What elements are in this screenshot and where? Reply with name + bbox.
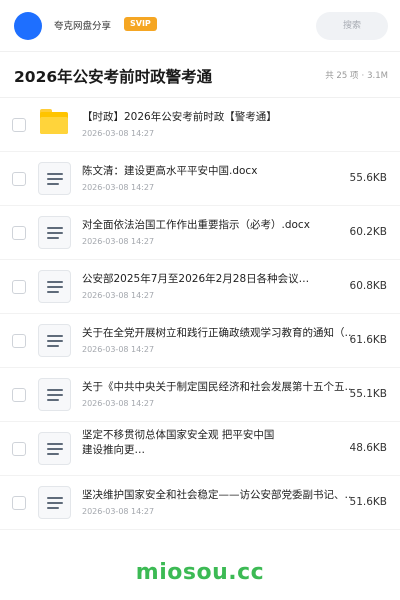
file-row[interactable]: 坚决维护国家安全和社会稳定——访公安部党委副书记、… 2026-03-08 14…	[0, 476, 400, 530]
search-input[interactable]: 搜索	[316, 12, 388, 40]
file-row[interactable]: 公安部2025年7月至2026年2月28日各种会议… 2026-03-08 14…	[0, 260, 400, 314]
file-size: 60.8KB	[349, 280, 387, 292]
file-name[interactable]: 坚定不移贯彻总体国家安全观 把平安中国建设推向更…	[82, 428, 282, 458]
row-checkbox[interactable]	[12, 388, 26, 402]
file-row[interactable]: 陈文清：建设更高水平平安中国.docx 2026-03-08 14:27 55.…	[0, 152, 400, 206]
file-name[interactable]: 关于《中共中央关于制定国民经济和社会发展第十五个五…	[82, 380, 352, 394]
file-row[interactable]: 关于在全党开展树立和践行正确政绩观学习教育的通知（… 2026-03-08 14…	[0, 314, 400, 368]
folder-title-bar: 2026年公安考前时政警考通 共 25 项 · 3.1M	[0, 52, 400, 98]
row-checkbox[interactable]	[12, 334, 26, 348]
file-date: 2026-03-08 14:27	[82, 129, 155, 138]
file-date: 2026-03-08 14:27	[82, 183, 155, 192]
file-name[interactable]: 公安部2025年7月至2026年2月28日各种会议…	[82, 272, 352, 286]
file-size: 60.2KB	[349, 226, 387, 238]
avatar[interactable]	[14, 12, 42, 40]
row-checkbox[interactable]	[12, 442, 26, 456]
file-date: 2026-03-08 14:27	[82, 507, 155, 516]
file-name[interactable]: 关于在全党开展树立和践行正确政绩观学习教育的通知（…	[82, 326, 352, 340]
svip-badge: SVIP	[124, 17, 157, 31]
document-icon	[38, 486, 71, 519]
document-icon	[38, 162, 71, 195]
document-icon	[38, 324, 71, 357]
file-size: 61.6KB	[349, 334, 387, 346]
file-row[interactable]: 关于《中共中央关于制定国民经济和社会发展第十五个五… 2026-03-08 14…	[0, 368, 400, 422]
file-list: 【时政】2026年公安考前时政【警考通】 2026-03-08 14:27 陈文…	[0, 98, 400, 530]
file-date: 2026-03-08 14:27	[82, 345, 155, 354]
document-icon	[38, 216, 71, 249]
file-name[interactable]: 陈文清：建设更高水平平安中国.docx	[82, 164, 352, 178]
file-size: 48.6KB	[349, 442, 387, 454]
file-name[interactable]: 坚决维护国家安全和社会稳定——访公安部党委副书记、…	[82, 488, 352, 502]
row-checkbox[interactable]	[12, 118, 26, 132]
file-date: 2026-03-08 14:27	[82, 237, 155, 246]
file-date: 2026-03-08 14:27	[82, 291, 155, 300]
file-size: 51.6KB	[349, 496, 387, 508]
file-row[interactable]: 【时政】2026年公安考前时政【警考通】 2026-03-08 14:27	[0, 98, 400, 152]
item-count: 共 25 项	[325, 71, 359, 81]
file-size: 55.1KB	[349, 388, 387, 400]
file-row[interactable]: 坚定不移贯彻总体国家安全观 把平安中国建设推向更… 48.6KB	[0, 422, 400, 476]
document-icon	[38, 378, 71, 411]
row-checkbox[interactable]	[12, 172, 26, 186]
share-header: 夸克网盘分享 SVIP 搜索	[0, 0, 400, 52]
row-checkbox[interactable]	[12, 226, 26, 240]
file-date: 2026-03-08 14:27	[82, 399, 155, 408]
file-size: 55.6KB	[349, 172, 387, 184]
row-checkbox[interactable]	[12, 280, 26, 294]
share-owner-name: 夸克网盘分享	[54, 21, 112, 32]
file-name[interactable]: 【时政】2026年公安考前时政【警考通】	[82, 110, 352, 124]
folder-summary: 共 25 项 · 3.1M	[325, 71, 388, 81]
file-row[interactable]: 对全面依法治国工作作出重要指示（必考）.docx 2026-03-08 14:2…	[0, 206, 400, 260]
page-title: 2026年公安考前时政警考通	[14, 68, 213, 86]
site-watermark: miosou.cc	[135, 560, 265, 585]
document-icon	[38, 270, 71, 303]
file-name[interactable]: 对全面依法治国工作作出重要指示（必考）.docx	[82, 218, 352, 232]
folder-icon	[40, 109, 68, 134]
document-icon	[38, 432, 71, 465]
total-size: 3.1M	[367, 71, 388, 81]
row-checkbox[interactable]	[12, 496, 26, 510]
